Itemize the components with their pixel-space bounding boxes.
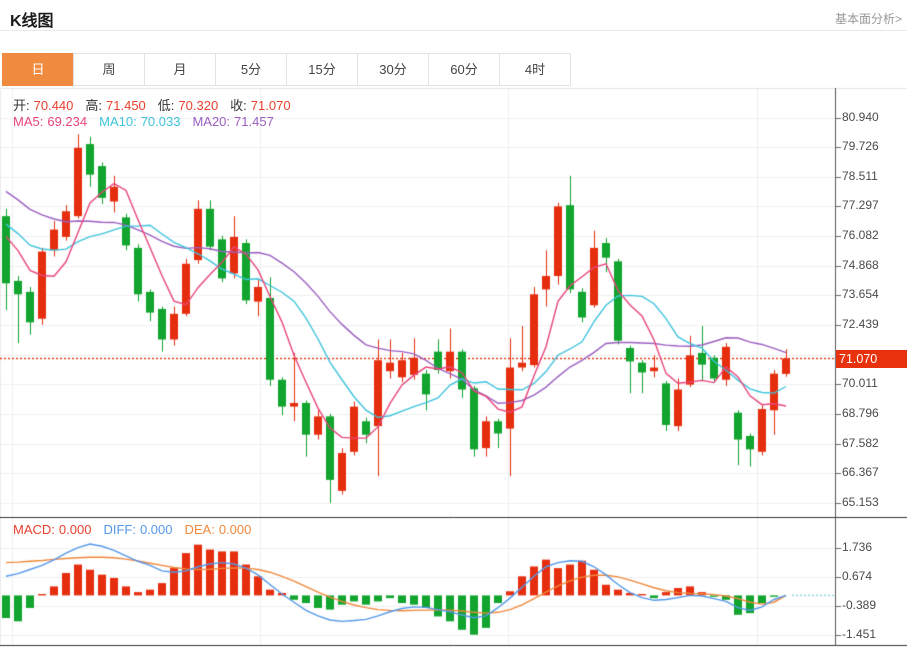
price-axis-label: 66.367 — [842, 465, 879, 479]
tab-5min[interactable]: 5分 — [215, 53, 287, 86]
tab-60min[interactable]: 60分 — [428, 53, 500, 86]
kline-module: K线图 基本面分析> 日周月5分15分30分60分4时 开: 70.440 高: 71… — [0, 0, 907, 648]
price-axis-label: 70.011 — [842, 376, 878, 390]
tab-month[interactable]: 月 — [144, 53, 216, 86]
close-label: 收: — [230, 98, 247, 113]
high-label: 高: — [85, 98, 102, 113]
macd-axis-label: 1.736 — [842, 540, 872, 554]
price-axis-label: 76.082 — [842, 228, 879, 242]
ma10-label: MA10: — [99, 114, 137, 129]
ma10-value: 70.033 — [141, 114, 181, 129]
macd-axis-label: 0.674 — [842, 569, 872, 583]
title-divider — [0, 30, 907, 31]
price-axis-label: 79.726 — [842, 139, 879, 153]
ma-legend: MA5: 69.234 MA10: 70.033 MA20: 71.457 — [13, 114, 274, 129]
price-axis-label: 73.654 — [842, 287, 879, 301]
price-axis-label: 74.868 — [842, 258, 879, 272]
tab-day[interactable]: 日 — [2, 53, 74, 86]
ma5-value: 69.234 — [47, 114, 87, 129]
macd-value: 0.000 — [59, 522, 92, 537]
tab-4hour[interactable]: 4时 — [499, 53, 571, 86]
page-title: K线图 — [10, 7, 54, 31]
diff-label: DIFF: — [103, 522, 136, 537]
diff-value: 0.000 — [140, 522, 173, 537]
tab-30min[interactable]: 30分 — [357, 53, 429, 86]
price-axis-label: 77.297 — [842, 198, 879, 212]
price-axis-label: 80.940 — [842, 110, 879, 124]
low-label: 低: — [158, 98, 175, 113]
price-axis-label: 68.796 — [842, 406, 879, 420]
ma5-label: MA5: — [13, 114, 43, 129]
ma20-label: MA20: — [192, 114, 230, 129]
macd-axis-label: -1.451 — [842, 627, 876, 641]
price-axis-label: 72.439 — [842, 317, 879, 331]
ohlc-legend: 开: 70.440 高: 71.450 低:70.320 收: 71.070 — [13, 95, 291, 114]
price-axis-label: 78.511 — [842, 169, 878, 183]
close-value: 71.070 — [251, 98, 291, 113]
macd-legend: MACD: 0.000 DIFF: 0.000 DEA: 0.000 — [13, 522, 251, 537]
macd-axis-label: -0.389 — [842, 598, 876, 612]
fundamental-analysis-link[interactable]: 基本面分析> — [835, 10, 902, 27]
dea-value: 0.000 — [219, 522, 252, 537]
macd-label: MACD: — [13, 522, 55, 537]
period-tab-bar: 日周月5分15分30分60分4时 — [2, 53, 571, 86]
price-axis-label: 65.153 — [842, 495, 879, 509]
ma20-value: 71.457 — [234, 114, 274, 129]
dea-label: DEA: — [184, 522, 214, 537]
price-axis-label: 67.582 — [842, 436, 879, 450]
low-value: 70.320 — [178, 98, 218, 113]
open-value: 70.440 — [34, 98, 74, 113]
tab-15min[interactable]: 15分 — [286, 53, 358, 86]
tab-week[interactable]: 周 — [73, 53, 145, 86]
current-price-tag: 71.070 — [836, 350, 907, 368]
high-value: 71.450 — [106, 98, 146, 113]
open-label: 开: — [13, 98, 30, 113]
